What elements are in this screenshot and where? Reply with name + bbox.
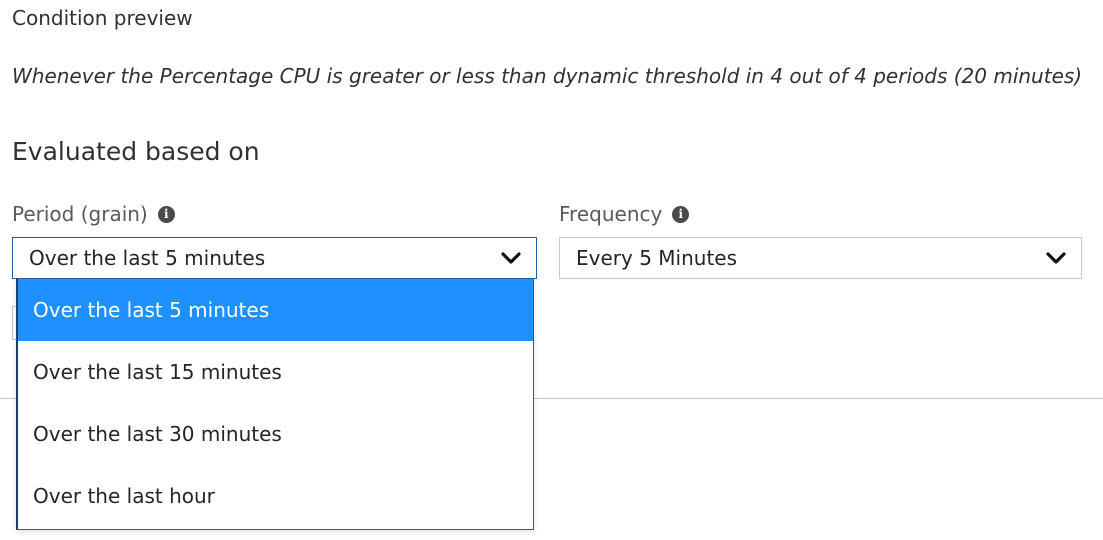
- info-icon[interactable]: i: [157, 205, 175, 223]
- chevron-down-icon: [500, 251, 522, 265]
- info-icon[interactable]: i: [672, 205, 690, 223]
- period-option-30-minutes[interactable]: Over the last 30 minutes: [18, 403, 533, 465]
- period-label: Period (grain) i: [12, 202, 175, 226]
- condition-preview-title: Condition preview: [12, 6, 193, 30]
- frequency-label-text: Frequency: [559, 202, 663, 226]
- period-select[interactable]: Over the last 5 minutes: [12, 237, 537, 279]
- frequency-select[interactable]: Every 5 Minutes: [559, 237, 1082, 279]
- frequency-label: Frequency i: [559, 202, 690, 226]
- condition-preview-text: Whenever the Percentage CPU is greater o…: [12, 64, 1083, 88]
- chevron-down-icon: [1045, 251, 1067, 265]
- period-option-hour[interactable]: Over the last hour: [18, 465, 533, 527]
- evaluated-based-on-heading: Evaluated based on: [12, 137, 260, 166]
- period-option-15-minutes[interactable]: Over the last 15 minutes: [18, 341, 533, 403]
- period-select-value: Over the last 5 minutes: [29, 246, 266, 270]
- period-label-text: Period (grain): [12, 202, 148, 226]
- period-option-5-minutes[interactable]: Over the last 5 minutes: [18, 279, 533, 341]
- period-dropdown-list: Over the last 5 minutes Over the last 15…: [16, 278, 534, 530]
- frequency-select-value: Every 5 Minutes: [576, 246, 738, 270]
